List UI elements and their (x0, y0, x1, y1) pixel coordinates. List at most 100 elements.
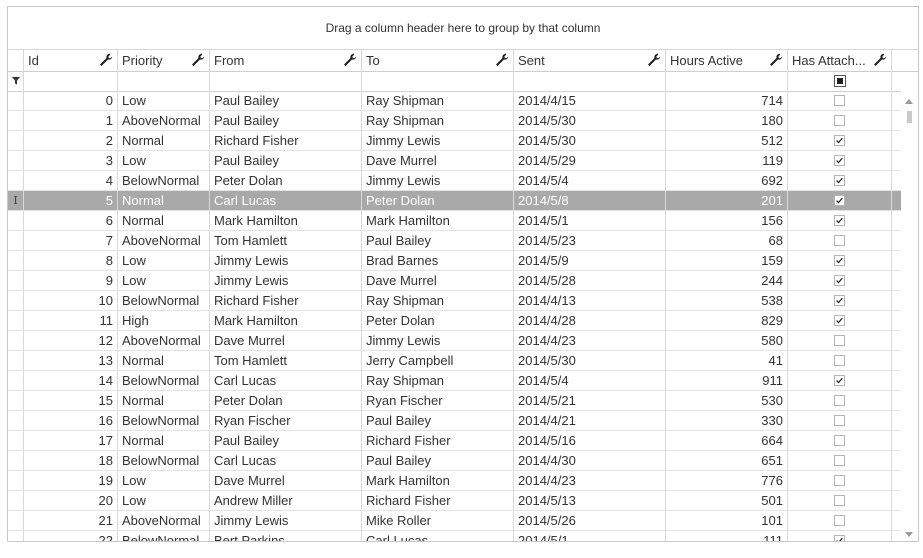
cell-has-attachment[interactable] (788, 311, 892, 330)
cell-sent[interactable]: 2014/4/13 (514, 291, 666, 310)
checked-checkbox[interactable] (834, 175, 845, 186)
cell-to[interactable]: Paul Bailey (362, 231, 514, 250)
cell-to[interactable]: Dave Murrel (362, 271, 514, 290)
filter-checkbox-indeterminate[interactable] (833, 75, 846, 87)
cell-hours[interactable]: 156 (666, 211, 788, 230)
unchecked-checkbox[interactable] (834, 355, 845, 366)
column-header-id[interactable]: Id (24, 49, 118, 71)
table-row[interactable]: 22 BelowNormal Bert Parkins Carl Lucas 2014/… (8, 531, 918, 541)
cell-has-attachment[interactable] (788, 151, 892, 170)
cell-from[interactable]: Dave Murrel (210, 471, 362, 490)
cell-priority[interactable]: Low (118, 91, 210, 110)
cell-hours[interactable]: 776 (666, 471, 788, 490)
column-header-priority[interactable]: Priority (118, 49, 210, 71)
cell-has-attachment[interactable] (788, 251, 892, 270)
cell-has-attachment[interactable] (788, 411, 892, 430)
cell-priority[interactable]: BelowNormal (118, 291, 210, 310)
cell-priority[interactable]: BelowNormal (118, 451, 210, 470)
cell-priority[interactable]: Low (118, 151, 210, 170)
cell-id[interactable]: 0 (24, 91, 118, 110)
cell-to[interactable]: Richard Fisher (362, 431, 514, 450)
checked-checkbox[interactable] (834, 135, 845, 146)
table-row[interactable]: 14 BelowNormal Carl Lucas Ray Shipman 2014/5… (8, 371, 918, 391)
cell-to[interactable]: Peter Dolan (362, 311, 514, 330)
cell-has-attachment[interactable] (788, 231, 892, 250)
table-row[interactable]: 10 BelowNormal Richard Fisher Ray Shipman 20… (8, 291, 918, 311)
cell-id[interactable]: 16 (24, 411, 118, 430)
row-indicator[interactable] (8, 451, 24, 470)
cell-to[interactable]: Mike Roller (362, 511, 514, 530)
cell-from[interactable]: Paul Bailey (210, 111, 362, 130)
cell-has-attachment[interactable] (788, 91, 892, 110)
filter-cell-to[interactable] (362, 71, 514, 91)
cell-has-attachment[interactable] (788, 171, 892, 190)
column-header-hours[interactable]: Hours Active (666, 49, 788, 71)
cell-hours[interactable]: 244 (666, 271, 788, 290)
checked-checkbox[interactable] (834, 295, 845, 306)
wrench-icon[interactable] (99, 53, 113, 67)
cell-id[interactable]: 13 (24, 351, 118, 370)
row-indicator[interactable] (8, 251, 24, 270)
cell-from[interactable]: Paul Bailey (210, 91, 362, 110)
cell-from[interactable]: Peter Dolan (210, 391, 362, 410)
cell-sent[interactable]: 2014/5/30 (514, 351, 666, 370)
cell-id[interactable]: 21 (24, 511, 118, 530)
cell-from[interactable]: Carl Lucas (210, 451, 362, 470)
cell-sent[interactable]: 2014/5/8 (514, 191, 666, 210)
row-indicator[interactable] (8, 491, 24, 510)
table-row[interactable]: 15 Normal Peter Dolan Ryan Fischer 2014/5/21… (8, 391, 918, 411)
row-indicator[interactable] (8, 331, 24, 350)
cell-to[interactable]: Jimmy Lewis (362, 171, 514, 190)
table-row[interactable]: 4 BelowNormal Peter Dolan Jimmy Lewis 2014/5… (8, 171, 918, 191)
cell-hours[interactable]: 201 (666, 191, 788, 210)
cell-id[interactable]: 3 (24, 151, 118, 170)
cell-priority[interactable]: Low (118, 251, 210, 270)
unchecked-checkbox[interactable] (834, 115, 845, 126)
table-row[interactable]: 8 Low Jimmy Lewis Brad Barnes 2014/5/9 159 (8, 251, 918, 271)
cell-from[interactable]: Carl Lucas (210, 371, 362, 390)
wrench-icon[interactable] (769, 53, 783, 67)
cell-from[interactable]: Tom Hamlett (210, 231, 362, 250)
cell-to[interactable]: Paul Bailey (362, 451, 514, 470)
row-indicator[interactable] (8, 271, 24, 290)
group-by-panel[interactable]: Drag a column header here to group by th… (8, 7, 918, 50)
filter-cell-id[interactable] (24, 71, 118, 91)
checked-checkbox[interactable] (834, 155, 845, 166)
row-indicator[interactable] (8, 471, 24, 490)
cell-priority[interactable]: Normal (118, 191, 210, 210)
cell-sent[interactable]: 2014/5/13 (514, 491, 666, 510)
table-row[interactable]: 2 Normal Richard Fisher Jimmy Lewis 2014/5/3… (8, 131, 918, 151)
cell-to[interactable]: Ryan Fischer (362, 391, 514, 410)
checked-checkbox[interactable] (834, 535, 845, 541)
cell-id[interactable]: 20 (24, 491, 118, 510)
table-row[interactable]: 6 Normal Mark Hamilton Mark Hamilton 2014/5/… (8, 211, 918, 231)
row-indicator[interactable] (8, 431, 24, 450)
cell-priority[interactable]: BelowNormal (118, 411, 210, 430)
checked-checkbox[interactable] (834, 315, 845, 326)
cell-hours[interactable]: 180 (666, 111, 788, 130)
table-row[interactable]: 13 Normal Tom Hamlett Jerry Campbell 2014/5/… (8, 351, 918, 371)
cell-hours[interactable]: 119 (666, 151, 788, 170)
table-row[interactable]: 12 AboveNormal Dave Murrel Jimmy Lewis 2014/… (8, 331, 918, 351)
row-indicator[interactable] (8, 231, 24, 250)
checked-checkbox[interactable] (834, 215, 845, 226)
scroll-down-arrow-icon[interactable] (905, 532, 913, 537)
cell-priority[interactable]: AboveNormal (118, 111, 210, 130)
cell-id[interactable]: 17 (24, 431, 118, 450)
cell-from[interactable]: Mark Hamilton (210, 311, 362, 330)
unchecked-checkbox[interactable] (834, 515, 845, 526)
table-row[interactable]: 21 AboveNormal Jimmy Lewis Mike Roller 2014/… (8, 511, 918, 531)
cell-sent[interactable]: 2014/5/30 (514, 131, 666, 150)
cell-id[interactable]: 19 (24, 471, 118, 490)
unchecked-checkbox[interactable] (834, 335, 845, 346)
cell-sent[interactable]: 2014/5/23 (514, 231, 666, 250)
cell-to[interactable]: Richard Fisher (362, 491, 514, 510)
cell-from[interactable]: Richard Fisher (210, 131, 362, 150)
cell-sent[interactable]: 2014/5/21 (514, 391, 666, 410)
cell-sent[interactable]: 2014/5/4 (514, 371, 666, 390)
cell-from[interactable]: Ryan Fischer (210, 411, 362, 430)
cell-has-attachment[interactable] (788, 371, 892, 390)
cell-sent[interactable]: 2014/5/30 (514, 111, 666, 130)
cell-to[interactable]: Mark Hamilton (362, 471, 514, 490)
cell-from[interactable]: Paul Bailey (210, 151, 362, 170)
